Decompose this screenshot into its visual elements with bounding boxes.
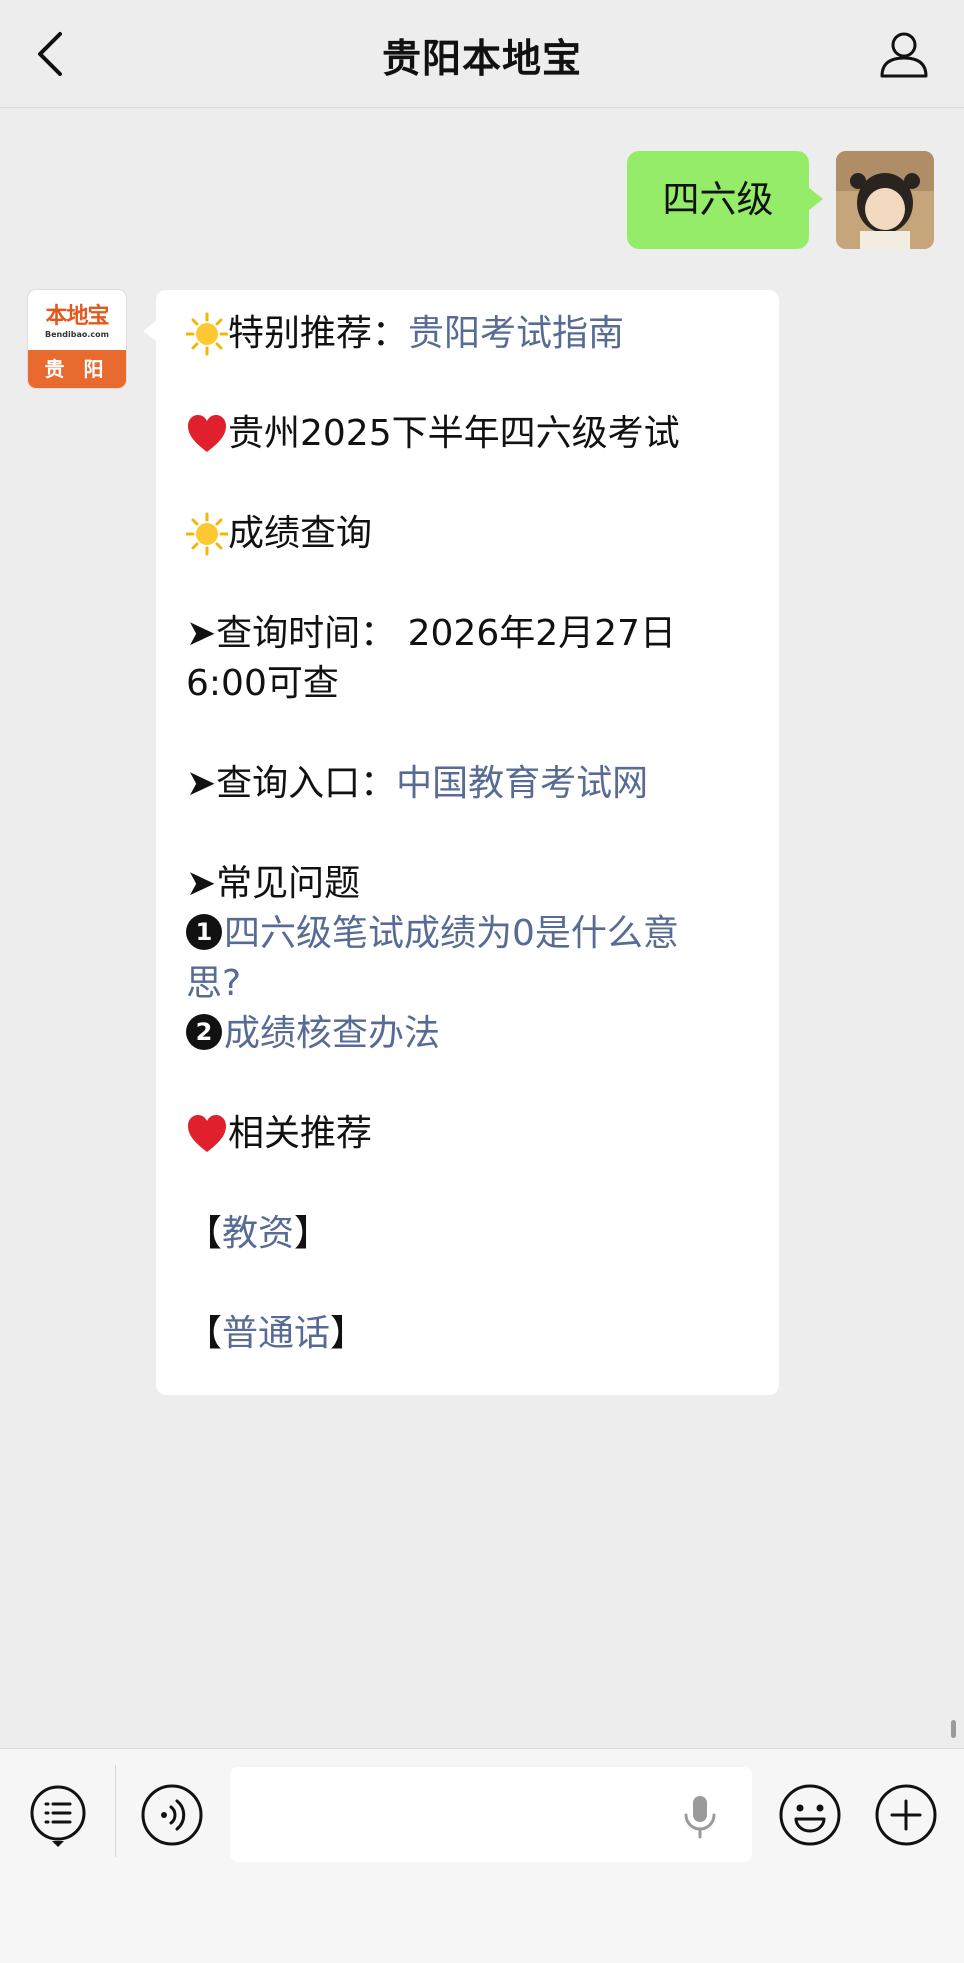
china-exam-site-link[interactable]: 中国教育考试网: [396, 763, 648, 804]
teacher-cert-link[interactable]: 教资: [222, 1213, 294, 1254]
microphone-icon: [684, 1796, 716, 1839]
mandarin-test-link[interactable]: 普通话: [222, 1313, 330, 1354]
faq-zero-score-link-cont[interactable]: 思?: [186, 963, 241, 1004]
sun-icon: [185, 310, 229, 358]
query-entry-line: ➤查询入口：中国教育考试网: [186, 760, 648, 808]
faq-item-2: 2 成绩核查办法: [186, 1010, 440, 1058]
emoji-button[interactable]: [778, 1783, 842, 1847]
faq-heading: ➤常见问题: [186, 863, 361, 904]
faq-item-1: 1 四六级笔试成绩为0是什么意: [186, 910, 679, 958]
scrollbar-thumb[interactable]: [951, 1720, 956, 1738]
service-menu-button[interactable]: [28, 1783, 88, 1849]
emoji-icon: [779, 1784, 841, 1846]
list-menu-icon: [30, 1785, 86, 1847]
user-avatar-image: [836, 151, 934, 249]
logo-brand-name: 本地宝: [45, 303, 109, 329]
guiyang-exam-guide-link[interactable]: 贵阳考试指南: [408, 313, 624, 354]
rec-mandarin: 【普通话】: [186, 1310, 366, 1358]
rec-teacher-cert: 【教资】: [186, 1210, 330, 1258]
faq-zero-score-link[interactable]: 四六级笔试成绩为0是什么意: [224, 913, 679, 954]
bracket-open: 【: [186, 1213, 223, 1254]
number-1-icon: 1: [186, 914, 222, 950]
more-button[interactable]: [874, 1783, 938, 1847]
number-2-icon: 2: [186, 1014, 222, 1050]
logo-url: Bendibao.com: [45, 330, 109, 339]
outgoing-message-text: 四六级: [662, 178, 774, 221]
faq-item-1-cont: 思?: [186, 960, 241, 1008]
bendibao-logo: 本地宝 Bendibao.com: [28, 290, 126, 350]
score-query-line: 成绩查询: [185, 510, 373, 558]
heart-icon: [186, 1110, 228, 1158]
user-avatar[interactable]: [836, 151, 934, 249]
logo-city: 贵 阳: [28, 350, 126, 388]
bracket-open: 【: [186, 1313, 223, 1354]
special-recommend-line: 特别推荐：贵阳考试指南: [185, 310, 624, 358]
special-recommend-label: 特别推荐：: [228, 313, 409, 354]
query-time-line-cont: 6:00可查: [186, 663, 339, 704]
score-review-link[interactable]: 成绩核查办法: [224, 1013, 440, 1054]
query-entry-label: ➤查询入口：: [186, 763, 397, 804]
sender-avatar[interactable]: 本地宝 Bendibao.com 贵 阳: [28, 290, 126, 388]
profile-button[interactable]: [878, 28, 930, 80]
bracket-close: 】: [294, 1213, 331, 1254]
exam-title-text: 贵州2025下半年四六级考试: [228, 413, 680, 454]
query-time-line: ➤查询时间： 2026年2月27日: [186, 613, 676, 654]
score-query-text: 成绩查询: [228, 513, 373, 554]
related-heading: 相关推荐: [186, 1110, 372, 1158]
plus-icon: [875, 1784, 937, 1846]
divider: [115, 1765, 116, 1857]
bracket-close: 】: [330, 1313, 367, 1354]
exam-title-line: 贵州2025下半年四六级考试: [186, 410, 680, 458]
voice-input-button[interactable]: [140, 1783, 204, 1847]
top-bar: 贵阳本地宝: [0, 0, 964, 108]
incoming-message-bubble: 特别推荐：贵阳考试指南 贵州2025下半年四六级考试 成绩查询 ➤查询时间： 2…: [143, 290, 779, 1395]
sun-icon: [185, 510, 229, 558]
chat-title: 贵阳本地宝: [381, 37, 582, 82]
mic-button[interactable]: [680, 1793, 720, 1843]
message-input[interactable]: [230, 1767, 752, 1862]
outgoing-message-bubble[interactable]: 四六级: [627, 151, 823, 249]
voice-icon: [141, 1784, 203, 1846]
related-heading-text: 相关推荐: [228, 1113, 373, 1154]
input-bar: [0, 1748, 964, 1963]
heart-icon: [186, 410, 228, 458]
person-icon: [880, 32, 928, 78]
